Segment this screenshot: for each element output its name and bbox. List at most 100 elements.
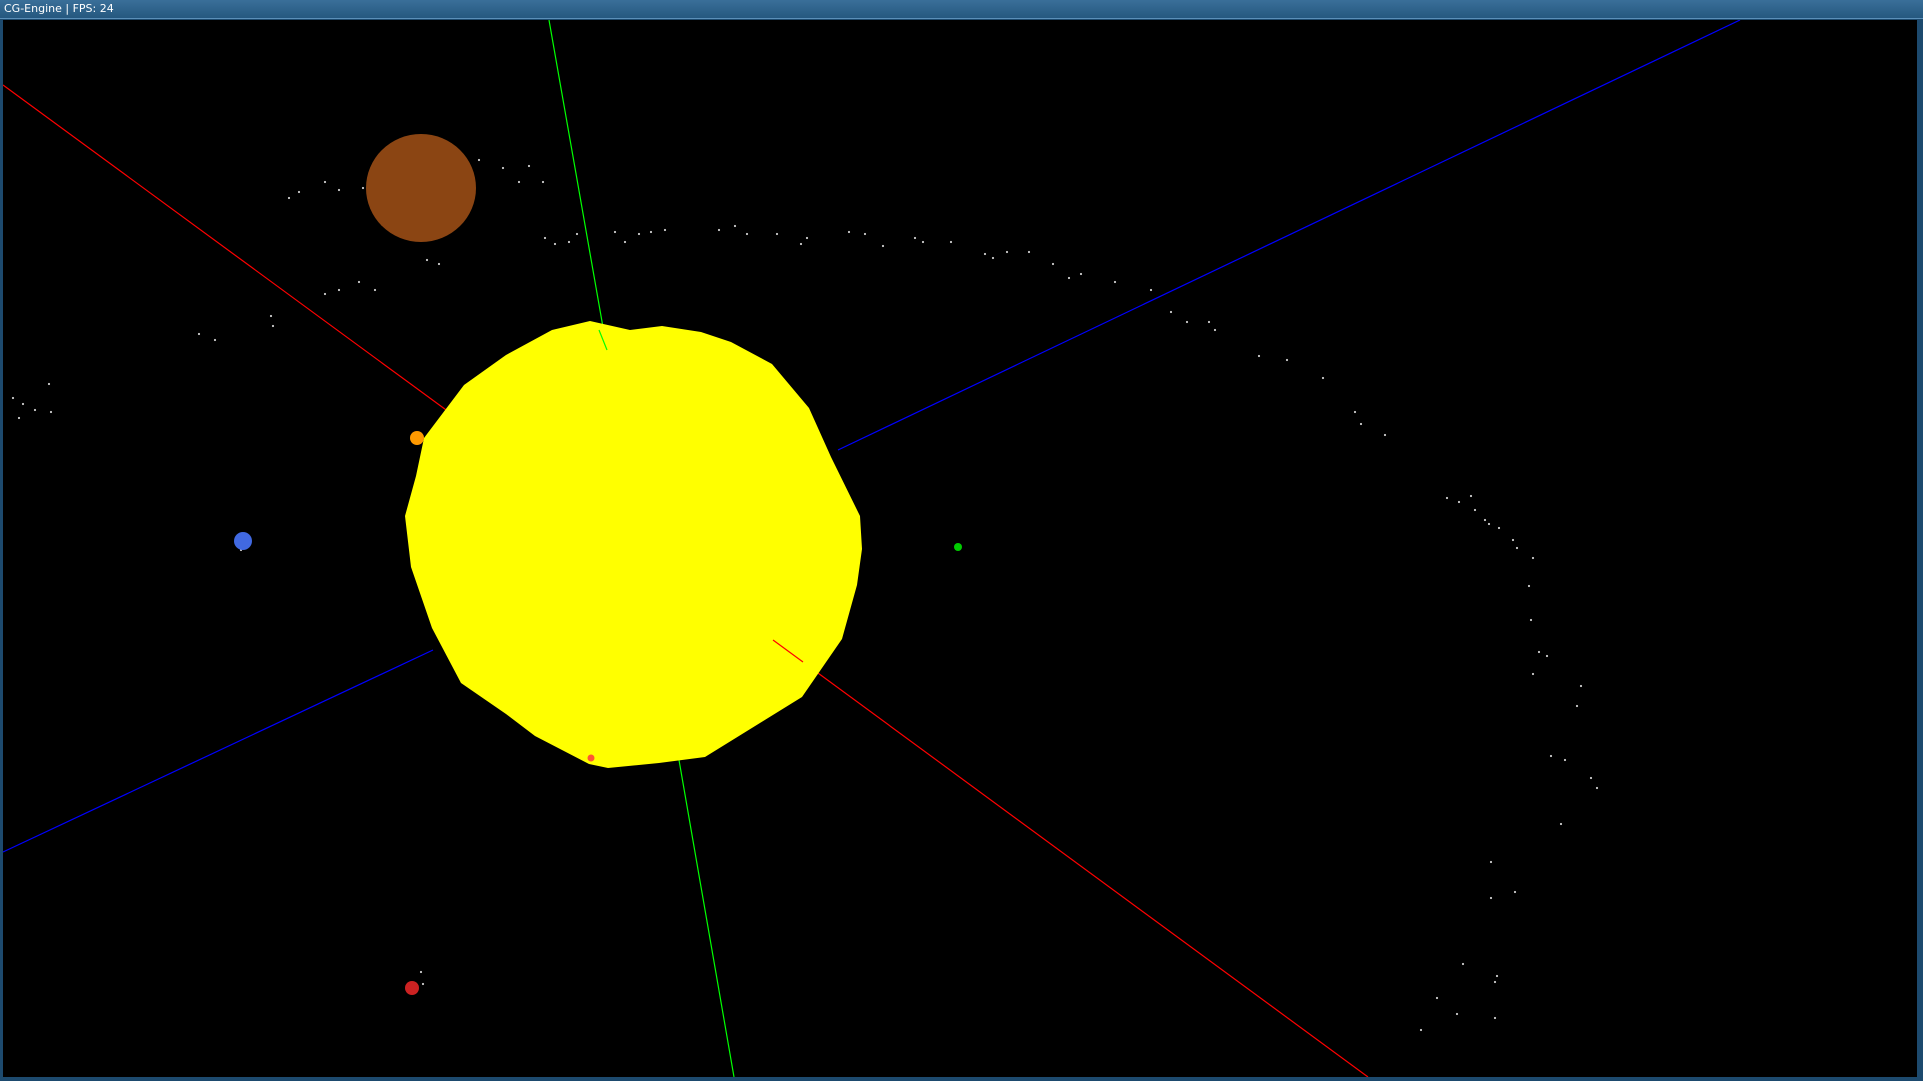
asteroid-dot xyxy=(1559,822,1563,826)
asteroid-dot xyxy=(553,242,557,246)
asteroid-dot xyxy=(1483,518,1487,522)
asteroid-dot xyxy=(1079,272,1083,276)
red-planet-icon xyxy=(405,981,419,995)
asteroid-dot xyxy=(1321,376,1325,380)
asteroid-dot xyxy=(33,408,37,412)
z-axis-line-lower xyxy=(3,649,434,853)
asteroid-dot xyxy=(799,242,803,246)
asteroid-dot xyxy=(1545,654,1549,658)
sun-icon xyxy=(405,321,862,768)
asteroid-dot xyxy=(11,396,15,400)
asteroid-dot xyxy=(1531,672,1535,676)
asteroid-dot xyxy=(805,236,809,240)
z-axis-line xyxy=(837,20,1741,451)
asteroid-dot xyxy=(1489,860,1493,864)
asteroid-dot xyxy=(1529,618,1533,622)
asteroid-dot xyxy=(47,382,51,386)
x-axis-line xyxy=(3,84,454,416)
asteroid-dot xyxy=(1185,320,1189,324)
asteroid-dot xyxy=(1513,890,1517,894)
asteroid-dot xyxy=(613,230,617,234)
asteroid-dot xyxy=(357,280,361,284)
asteroid-dot xyxy=(477,158,481,162)
asteroid-dot xyxy=(517,180,521,184)
render-viewport[interactable] xyxy=(3,20,1917,1077)
asteroid-dot xyxy=(1457,500,1461,504)
asteroid-dot xyxy=(575,232,579,236)
asteroid-dot xyxy=(49,410,53,414)
asteroid-dot xyxy=(419,970,423,974)
asteroid-dot xyxy=(1149,288,1153,292)
asteroid-dot xyxy=(213,338,217,342)
asteroid-dot xyxy=(1005,250,1009,254)
asteroid-dot xyxy=(269,314,273,318)
brown-planet-icon xyxy=(366,134,476,242)
asteroid-dot xyxy=(1257,354,1261,358)
asteroid-dot xyxy=(1579,684,1583,688)
asteroid-dot xyxy=(623,240,627,244)
asteroid-dot xyxy=(775,232,779,236)
asteroid-dot xyxy=(1051,262,1055,266)
asteroid-dot xyxy=(323,292,327,296)
asteroid-dot xyxy=(1455,1012,1459,1016)
asteroid-dot xyxy=(271,324,275,328)
asteroid-dot xyxy=(1589,776,1593,780)
asteroid-dot xyxy=(527,164,531,168)
asteroid-dot xyxy=(1419,1028,1423,1032)
asteroid-dot xyxy=(501,166,505,170)
asteroid-dot xyxy=(437,262,441,266)
asteroid-dot xyxy=(543,236,547,240)
asteroid-dot xyxy=(1435,996,1439,1000)
asteroid-dot xyxy=(1493,1016,1497,1020)
asteroid-dot xyxy=(1497,526,1501,530)
scene-canvas[interactable] xyxy=(3,20,1917,1077)
asteroid-dot xyxy=(1495,974,1499,978)
y-axis-line xyxy=(548,20,608,351)
asteroid-dot xyxy=(197,332,201,336)
asteroid-dot xyxy=(863,232,867,236)
asteroid-dot xyxy=(847,230,851,234)
x-axis-line-lower xyxy=(772,639,1369,1077)
asteroid-dot xyxy=(1515,546,1519,550)
asteroid-dot xyxy=(541,180,545,184)
asteroid-dot xyxy=(745,232,749,236)
asteroid-dot xyxy=(1575,704,1579,708)
asteroid-dot xyxy=(323,180,327,184)
asteroid-dot xyxy=(421,982,425,986)
asteroid-dot xyxy=(1469,494,1473,498)
asteroid-dot xyxy=(1169,310,1173,314)
asteroid-dot xyxy=(733,224,737,228)
orange-planet-icon xyxy=(410,431,424,445)
asteroid-dot xyxy=(337,288,341,292)
asteroid-dot xyxy=(1489,896,1493,900)
asteroid-dot xyxy=(1207,320,1211,324)
asteroid-dot xyxy=(1461,962,1465,966)
asteroid-dot xyxy=(921,240,925,244)
asteroid-dot xyxy=(1067,276,1071,280)
engine-window: CG-Engine | FPS: 24 xyxy=(0,0,1923,1081)
title-bar[interactable]: CG-Engine | FPS: 24 xyxy=(0,0,1923,19)
asteroid-dot xyxy=(949,240,953,244)
asteroid-dot xyxy=(663,228,667,232)
asteroid-dot xyxy=(1285,358,1289,362)
asteroid-dot xyxy=(1549,754,1553,758)
window-title: CG-Engine | FPS: 24 xyxy=(4,2,114,15)
asteroid-dot xyxy=(17,416,21,420)
asteroid-dot xyxy=(649,230,653,234)
asteroid-dot xyxy=(1027,250,1031,254)
asteroid-dot xyxy=(1511,538,1515,542)
asteroid-dot xyxy=(567,240,571,244)
asteroid-dot xyxy=(297,190,301,194)
red-orange-planet-icon xyxy=(587,754,595,762)
asteroid-dot xyxy=(337,188,341,192)
asteroid-dot xyxy=(1493,980,1497,984)
asteroid-dot xyxy=(913,236,917,240)
asteroid-dot xyxy=(1359,422,1363,426)
asteroid-dot xyxy=(1383,433,1387,437)
asteroid-dot xyxy=(983,252,987,256)
y-axis-line-lower xyxy=(678,759,735,1077)
asteroid-dot xyxy=(717,228,721,232)
blue-planet-icon xyxy=(234,532,252,550)
asteroid-dot xyxy=(991,256,995,260)
asteroid-dot xyxy=(425,258,429,262)
